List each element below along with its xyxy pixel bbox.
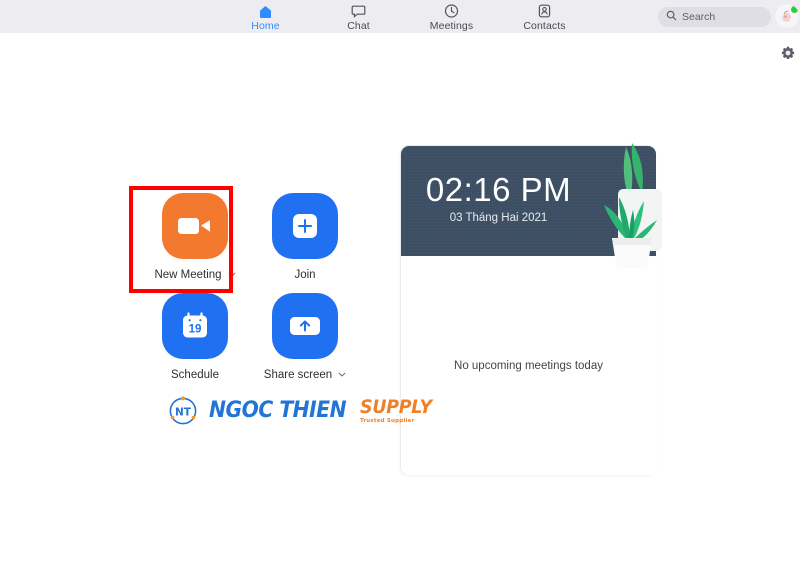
nav-tab-meetings[interactable]: Meetings [421,1,483,32]
schedule-button[interactable]: 19 Schedule [140,293,250,393]
new-meeting-tile[interactable] [162,193,228,259]
chat-bubble-icon [350,2,367,19]
schedule-label-row: Schedule [171,369,219,381]
share-screen-button[interactable]: Share screen [250,293,360,393]
new-meeting-button[interactable]: New Meeting [140,193,250,293]
watermark-logo: NT NGOC THIEN SUPPLY Trusted Supplier [168,396,438,426]
new-meeting-label: New Meeting [154,269,222,281]
home-action-grid: New Meeting Join 19 Schedule Share scree… [140,193,360,393]
home-icon [257,2,274,19]
schedule-tile[interactable]: 19 [162,293,228,359]
clock-header: 02:16 PM 03 Tháng Hai 2021 [401,146,656,256]
avatar[interactable] [775,4,799,28]
share-screen-label-row: Share screen [264,369,346,381]
share-screen-label: Share screen [263,369,333,381]
join-tile[interactable] [272,193,338,259]
contact-person-icon [536,2,553,19]
video-camera-icon [178,218,210,234]
calendar-day-number: 19 [189,324,202,336]
nav-tab-meetings-label: Meetings [429,20,474,32]
current-time: 02:16 PM [425,171,572,208]
join-label-row: Join [294,269,315,281]
gear-icon [781,46,795,59]
search-input[interactable] [682,11,764,23]
search-box[interactable] [658,7,771,27]
nav-tab-home[interactable]: Home [235,1,297,32]
current-date: 03 Tháng Hai 2021 [449,212,548,224]
plus-icon [293,214,317,238]
top-navigation-bar: Home Chat Meetings Contacts Search [0,0,800,33]
share-screen-tile[interactable] [272,293,338,359]
nav-tab-chat[interactable]: Chat [328,1,390,32]
new-meeting-label-row: New Meeting [154,269,236,281]
chevron-down-icon[interactable] [338,371,346,379]
upcoming-meetings-card: 02:16 PM 03 Tháng Hai 2021 No upcoming m… [400,143,662,475]
upcoming-meetings-body: No upcoming meetings today [401,256,656,475]
zoom-app-window: Home Chat Meetings Contacts Search New M… [0,0,800,564]
nav-tab-contacts-label: Contacts [523,20,566,32]
chevron-down-icon[interactable] [228,271,236,279]
clock-icon [443,2,460,19]
status-badge [790,5,799,14]
share-screen-arrow-icon [290,317,320,335]
no-meetings-message: No upcoming meetings today [454,359,603,372]
main-nav: Home Chat Meetings Contacts [235,1,576,32]
join-label: Join [294,269,316,281]
search-icon [666,8,677,26]
watermark-name: NGOC THIEN [208,398,347,423]
calendar-icon: 19 [183,312,207,338]
join-button[interactable]: Join [250,193,360,293]
nav-tab-home-label: Home [251,20,280,32]
schedule-label: Schedule [171,369,219,381]
settings-button[interactable] [780,45,796,61]
nt-badge-icon: NT [169,396,197,425]
nav-tab-contacts[interactable]: Contacts [514,1,576,32]
nt-badge-text: NT [175,406,192,418]
nav-tab-chat-label: Chat [347,20,370,32]
